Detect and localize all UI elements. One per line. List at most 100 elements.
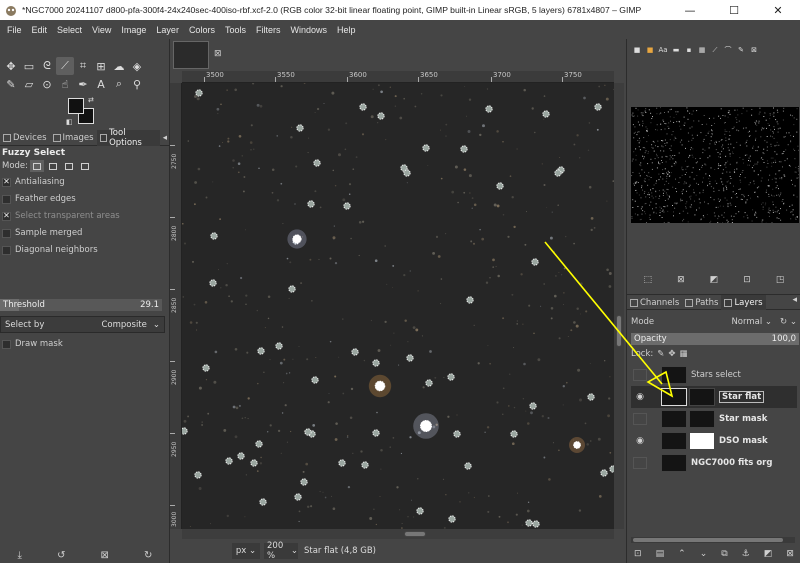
layer-row-star-flat[interactable]: ◉ Star flat (631, 386, 797, 408)
vertical-scrollbar[interactable] (614, 83, 624, 529)
tab-images[interactable]: Images (50, 130, 97, 146)
scrollbar-thumb[interactable] (404, 531, 426, 537)
pattern-icon[interactable]: ■ (644, 44, 656, 56)
swap-colors-icon[interactable]: ⇄ (88, 96, 94, 104)
diagonal-neighbors-option[interactable]: Diagonal neighbors (2, 245, 98, 255)
text-tool-icon[interactable]: A (92, 75, 110, 93)
reset-options-icon[interactable]: ↻ (144, 550, 152, 561)
unified-transform-tool-icon[interactable]: ⊞ (92, 57, 110, 75)
new-layer-group-icon[interactable]: ▤ (656, 549, 665, 559)
minimize-button[interactable]: — (668, 0, 712, 20)
zoom-reset-icon[interactable]: ⊠ (677, 275, 685, 289)
lasso-tool-icon[interactable]: ᘓ (38, 57, 56, 75)
layers-scrollbar[interactable] (631, 537, 795, 543)
draw-mask-checkbox[interactable] (2, 339, 11, 349)
brush-icon[interactable]: ■ (631, 44, 643, 56)
dynamics-icon[interactable]: ⟋ (709, 44, 721, 56)
layer-row-stars-select[interactable]: Stars select (631, 364, 797, 386)
layer-link-toggle[interactable] (649, 452, 661, 474)
diagonal-neighbors-checkbox[interactable] (2, 245, 11, 255)
layer-visibility-toggle[interactable]: ◉ (631, 430, 649, 452)
opacity-slider[interactable]: Opacity 100,0 (631, 333, 799, 345)
add-mask-icon[interactable]: ◩ (764, 549, 773, 559)
mode-replace-button[interactable] (30, 160, 45, 172)
gradient-icon[interactable]: ▬ (670, 44, 682, 56)
paint-dynamics-icon[interactable]: ⌒ (722, 44, 734, 56)
menu-file[interactable]: File (2, 25, 27, 35)
image-canvas[interactable] (182, 83, 614, 529)
delete-options-icon[interactable]: ⊠ (101, 550, 109, 561)
horizontal-ruler[interactable]: 3500 3550 3600 3650 3700 3750 (182, 71, 614, 83)
shrink-wrap-icon[interactable]: ◳ (776, 275, 785, 289)
menu-filters[interactable]: Filters (251, 25, 286, 35)
fuzzy-select-tool-icon[interactable]: ⟋ (56, 57, 74, 75)
menu-tools[interactable]: Tools (220, 25, 251, 35)
select-transparent-option[interactable]: ✕ Select transparent areas (2, 211, 120, 221)
clone-tool-icon[interactable]: ⊙ (38, 75, 56, 93)
vertical-ruler[interactable]: 2750 2800 2850 2900 2950 3000 (170, 83, 182, 529)
menu-select[interactable]: Select (52, 25, 87, 35)
paintbrush-tool-icon[interactable]: ✎ (2, 75, 20, 93)
antialiasing-checkbox[interactable]: ✕ (2, 177, 11, 187)
star-field-image[interactable] (182, 83, 614, 529)
zoom-selection-icon[interactable]: ⊡ (743, 275, 751, 289)
image-tab-thumbnail[interactable] (173, 41, 209, 69)
unit-selector[interactable]: px ⌄ (232, 543, 260, 559)
dock-menu-icon[interactable]: ◂ (792, 295, 800, 309)
select-transparent-checkbox[interactable]: ✕ (2, 211, 11, 221)
font-icon[interactable]: Aa (657, 44, 669, 56)
reset-mode-icon[interactable]: ↻ ⌄ (780, 317, 797, 327)
tab-paths[interactable]: Paths (682, 295, 721, 310)
lock-alpha-icon[interactable]: ▦ (680, 349, 688, 359)
rect-select-tool-icon[interactable]: ▭ (20, 57, 38, 75)
threshold-slider[interactable]: Threshold 29.1 (0, 299, 162, 311)
tab-layers[interactable]: Layers (721, 295, 766, 310)
histogram-icon[interactable]: ▦ (696, 44, 708, 56)
delete-layer-icon[interactable]: ⊠ (786, 549, 794, 559)
move-tool-icon[interactable]: ✥ (2, 57, 20, 75)
zoom-selector[interactable]: 200 % ⌄ (264, 541, 298, 561)
menu-edit[interactable]: Edit (27, 25, 53, 35)
layer-visibility-toggle[interactable] (631, 364, 649, 386)
layer-link-toggle[interactable] (649, 408, 661, 430)
sample-merged-option[interactable]: Sample merged (2, 228, 82, 238)
close-dock-icon[interactable]: ⊠ (748, 44, 760, 56)
maximize-button[interactable]: ☐ (712, 0, 756, 20)
antialiasing-option[interactable]: ✕ Antialiasing (2, 177, 65, 187)
tab-channels[interactable]: Channels (627, 295, 682, 310)
color-picker-tool-icon[interactable]: ⌕ (110, 75, 128, 93)
zoom-out-icon[interactable]: ⬚ (644, 275, 653, 289)
layer-visibility-toggle[interactable] (631, 452, 649, 474)
layer-link-toggle[interactable] (649, 430, 661, 452)
zoom-fit-icon[interactable]: ◩ (710, 275, 719, 289)
layer-mode-dropdown[interactable]: Normal ⌄ (731, 317, 772, 327)
mode-intersect-button[interactable] (78, 160, 92, 172)
duplicate-layer-icon[interactable]: ⧉ (721, 549, 727, 559)
eraser-tool-icon[interactable]: ▱ (20, 75, 38, 93)
menu-help[interactable]: Help (332, 25, 361, 35)
dock-menu-icon[interactable]: ◂ (160, 130, 170, 146)
foreground-color[interactable] (68, 98, 84, 114)
zoom-tool-icon[interactable]: ⚲ (128, 75, 146, 93)
lower-layer-icon[interactable]: ⌄ (700, 549, 708, 559)
close-image-tab-icon[interactable]: ⊠ (214, 49, 222, 59)
layer-visibility-toggle[interactable]: ◉ (631, 386, 649, 408)
anchor-layer-icon[interactable]: ⚓ (742, 549, 750, 559)
raise-layer-icon[interactable]: ⌃ (678, 549, 686, 559)
bucket-fill-tool-icon[interactable]: ◈ (128, 57, 146, 75)
scrollbar-thumb[interactable] (616, 315, 622, 347)
palette-icon[interactable]: ▪ (683, 44, 695, 56)
draw-mask-option[interactable]: Draw mask (2, 339, 63, 349)
layer-link-toggle[interactable] (649, 386, 661, 408)
color-swatches[interactable]: ⇄ ◧ (66, 96, 100, 126)
smudge-tool-icon[interactable]: ☝ (56, 75, 74, 93)
warp-tool-icon[interactable]: ☁ (110, 57, 128, 75)
reset-colors-icon[interactable]: ◧ (66, 118, 73, 126)
menu-layer[interactable]: Layer (151, 25, 184, 35)
mode-add-button[interactable] (46, 160, 60, 172)
navigator-preview[interactable] (631, 107, 799, 223)
menu-colors[interactable]: Colors (184, 25, 220, 35)
restore-options-icon[interactable]: ↺ (57, 550, 65, 561)
paths-tool-icon[interactable]: ✒ (74, 75, 92, 93)
new-layer-icon[interactable]: ⊡ (634, 549, 642, 559)
